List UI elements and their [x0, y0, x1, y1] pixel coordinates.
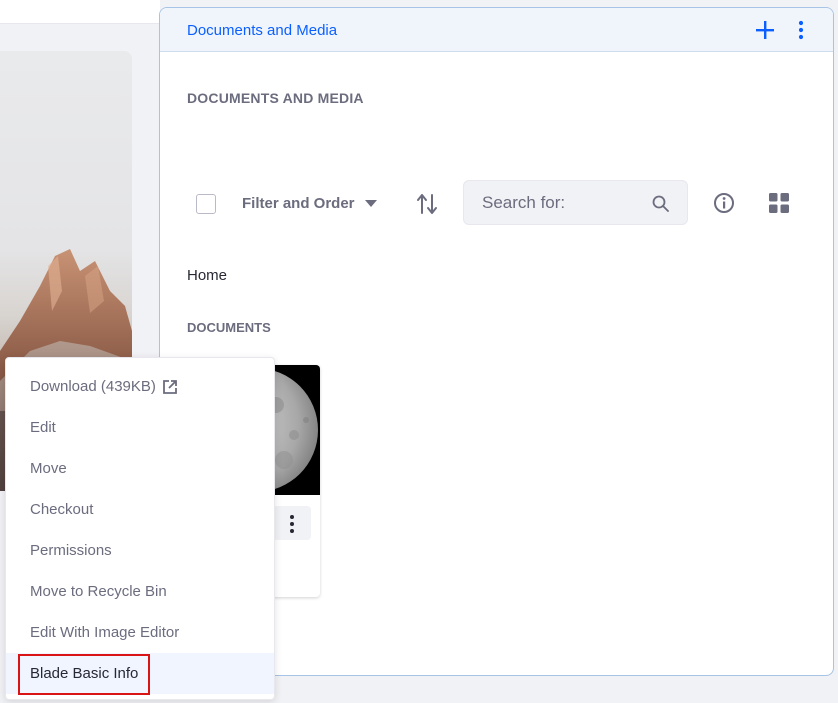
caret-down-icon: [364, 199, 377, 207]
menu-item-blade-basic-info[interactable]: Blade Basic Info: [6, 653, 274, 694]
document-actions-menu: Download (439KB) Edit Move Checkout Perm…: [5, 357, 275, 700]
menu-item-edit-with-image-editor[interactable]: Edit With Image Editor: [6, 612, 274, 653]
menu-item-label: Move to Recycle Bin: [30, 583, 167, 600]
menu-item-label: Download (439KB): [30, 378, 156, 395]
external-link-icon: [163, 379, 177, 394]
portlet-title: Documents and Media: [187, 22, 338, 39]
menu-item-label: Move: [30, 460, 67, 477]
menu-item-edit[interactable]: Edit: [6, 407, 274, 448]
search-box: [463, 180, 688, 225]
left-top-bar: [0, 0, 160, 24]
select-all-checkbox[interactable]: [196, 194, 216, 214]
search-icon[interactable]: [652, 195, 669, 212]
menu-item-move[interactable]: Move: [6, 448, 274, 489]
filter-and-order-dropdown[interactable]: Filter and Order: [242, 195, 377, 212]
menu-item-checkout[interactable]: Checkout: [6, 489, 274, 530]
portlet-topper: Documents and Media: [160, 8, 833, 52]
grid-view-icon[interactable]: [768, 192, 790, 214]
section-heading: DOCUMENTS AND MEDIA: [187, 90, 364, 106]
vertical-ellipsis-icon[interactable]: [792, 19, 810, 41]
menu-item-move-to-recycle-bin[interactable]: Move to Recycle Bin: [6, 571, 274, 612]
plus-icon[interactable]: [754, 19, 776, 41]
breadcrumb-home[interactable]: Home: [187, 267, 227, 284]
menu-item-download[interactable]: Download (439KB): [6, 366, 274, 407]
menu-item-permissions[interactable]: Permissions: [6, 530, 274, 571]
document-actions-button[interactable]: [273, 506, 311, 540]
filter-and-order-label: Filter and Order: [242, 195, 355, 212]
documents-heading: DOCUMENTS: [187, 320, 271, 335]
menu-item-label: Edit With Image Editor: [30, 624, 180, 641]
vertical-ellipsis-icon: [290, 515, 294, 533]
sort-arrows-icon[interactable]: [416, 192, 438, 216]
menu-item-label: Checkout: [30, 501, 94, 518]
menu-item-label: Permissions: [30, 542, 112, 559]
menu-item-label: Edit: [30, 419, 56, 436]
info-circle-icon[interactable]: [713, 192, 735, 214]
menu-item-label: Blade Basic Info: [30, 665, 139, 682]
